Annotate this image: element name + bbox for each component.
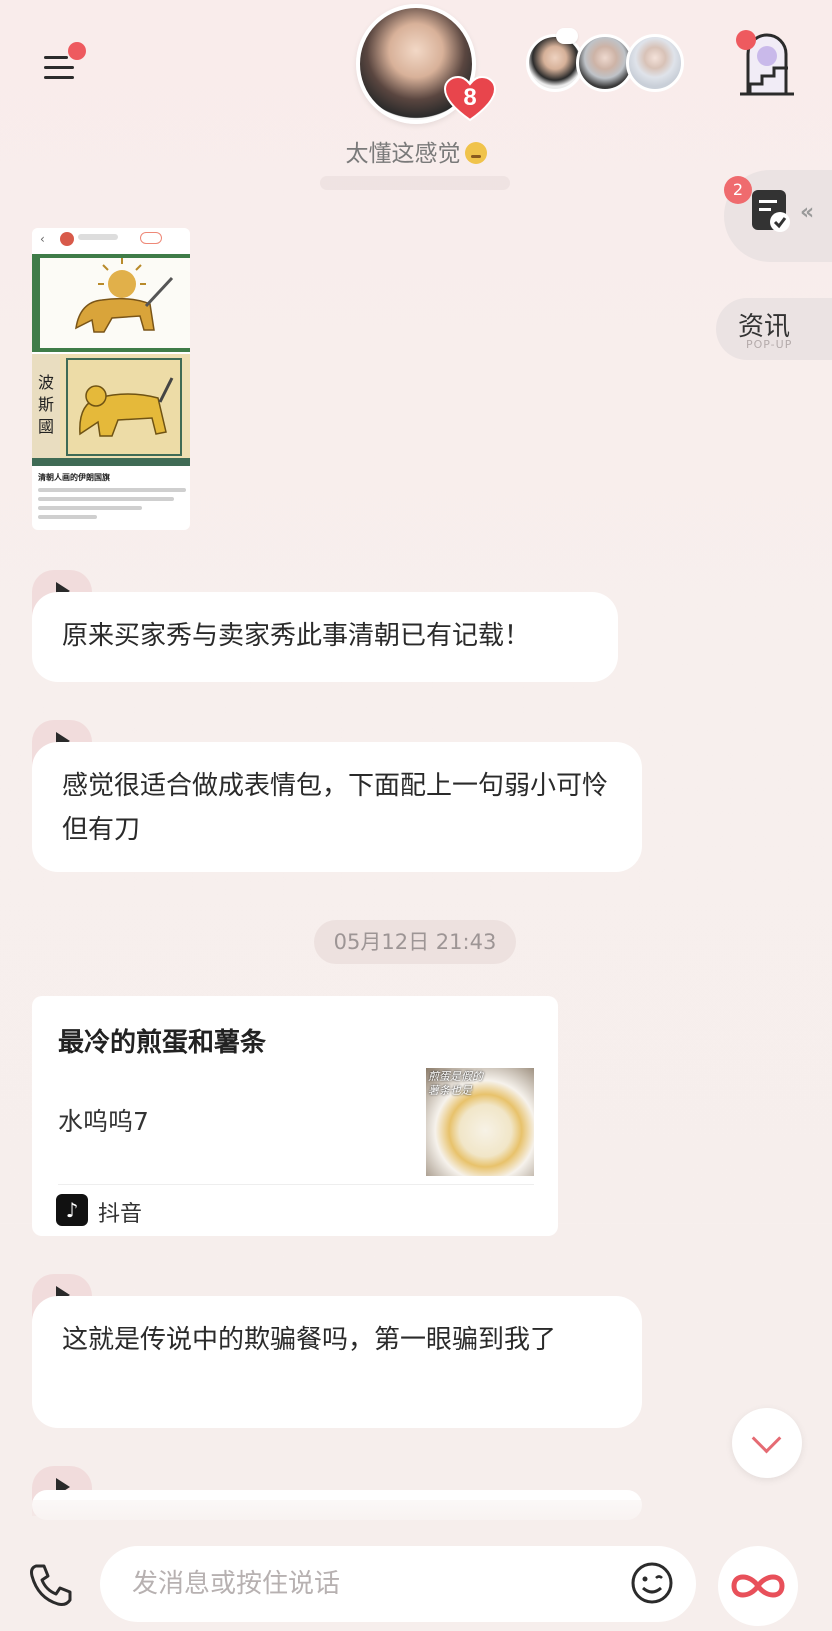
affinity-heart-badge: 8 xyxy=(443,76,497,122)
follow-pill xyxy=(140,232,162,244)
message-bubble[interactable]: 原来买家秀与卖家秀此事清朝已有记载！ xyxy=(32,592,618,682)
image-caption-title: 清朝人画的伊朗国旗 xyxy=(38,473,110,482)
link-card-source: 抖音 xyxy=(98,1202,143,1227)
link-card-thumbnail: 煎蛋是假的 薯条也是 xyxy=(426,1068,534,1176)
infinity-icon xyxy=(731,1574,785,1598)
task-list-icon xyxy=(752,190,790,232)
notification-dot xyxy=(68,42,86,60)
frustrated-face-icon xyxy=(464,142,487,164)
back-arrow-icon: ‹ xyxy=(40,232,45,246)
menu-icon-line xyxy=(44,66,74,69)
username-placeholder xyxy=(78,234,118,240)
vertical-caption: 波斯國 xyxy=(38,373,55,436)
link-card[interactable]: 最冷的煎蛋和薯条 水呜呜7 煎蛋是假的 薯条也是 ♪ 抖音 xyxy=(32,996,558,1236)
lion-flag-panel xyxy=(32,254,190,352)
divider xyxy=(58,1184,534,1185)
news-popup-button[interactable]: 资讯 POP-UP xyxy=(716,298,832,360)
lion-painting-icon xyxy=(79,377,174,437)
news-sublabel: POP-UP xyxy=(746,338,793,351)
collapse-chevron-icon: ‹‹ xyxy=(800,200,814,225)
emoji-icon[interactable] xyxy=(630,1561,674,1605)
thumbnail-caption: 煎蛋是假的 薯条也是 xyxy=(428,1070,483,1097)
menu-icon-line xyxy=(44,76,74,79)
image-message[interactable]: ‹ 波斯國 清朝人画的伊朗国旗 xyxy=(32,228,190,530)
speech-bubble-icon xyxy=(556,28,578,44)
message-timestamp: 05月12日 21:43 xyxy=(314,920,516,964)
screenshot-topbar: ‹ xyxy=(32,228,190,250)
status-line: 太懂这感觉 xyxy=(0,134,832,168)
avatar[interactable] xyxy=(626,34,684,92)
infinity-button[interactable] xyxy=(718,1546,798,1626)
menu-icon xyxy=(44,56,68,59)
message-bubble[interactable]: 感觉很适合做成表情包，下面配上一句弱小可怜但有刀 xyxy=(32,742,642,872)
affinity-level: 8 xyxy=(463,84,477,111)
status-subtext-placeholder xyxy=(320,176,510,190)
notification-dot xyxy=(736,30,756,50)
group-avatars[interactable] xyxy=(526,28,684,92)
menu-button[interactable] xyxy=(40,42,86,84)
message-input[interactable]: 发消息或按住说话 xyxy=(100,1546,696,1622)
lion-sun-icon xyxy=(75,258,174,333)
avatar xyxy=(60,232,74,246)
task-badge: 2 xyxy=(724,176,752,204)
link-card-title: 最冷的煎蛋和薯条 xyxy=(58,1028,267,1058)
phone-icon[interactable] xyxy=(26,1560,76,1610)
status-text: 太懂这感觉 xyxy=(345,141,461,167)
image-caption: 清朝人画的伊朗国旗 xyxy=(38,472,186,519)
douyin-icon: ♪ xyxy=(56,1194,88,1226)
message-bubble[interactable]: 这就是传说中的欺骗餐吗，第一眼骗到我了 xyxy=(32,1296,642,1428)
lion-painting-panel: 波斯國 xyxy=(32,354,190,466)
link-card-author: 水呜呜7 xyxy=(58,1107,149,1136)
scroll-to-bottom-button[interactable] xyxy=(732,1408,802,1478)
